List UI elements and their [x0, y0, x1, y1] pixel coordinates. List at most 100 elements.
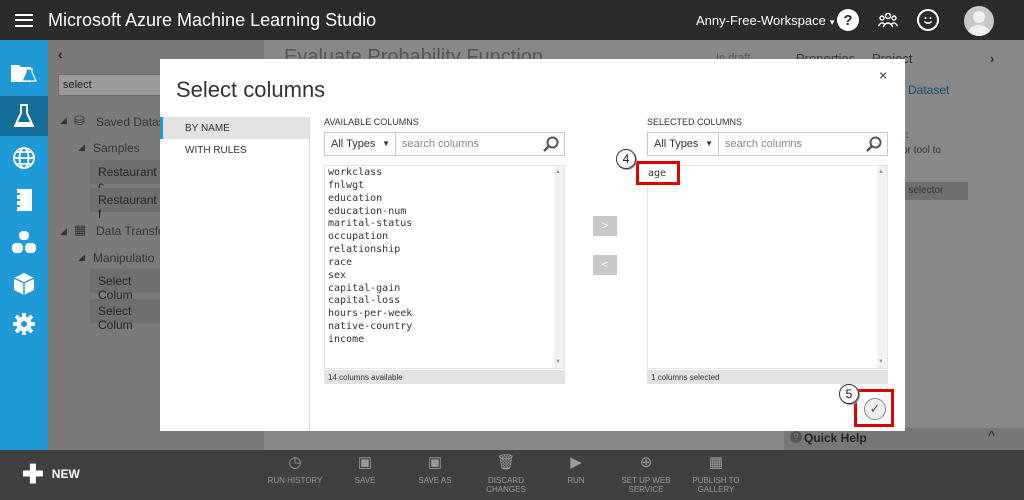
- chevron-down-icon: ▾: [829, 17, 835, 27]
- tree-manipulation[interactable]: Manipulatio: [93, 251, 154, 265]
- projects-icon[interactable]: [0, 52, 48, 92]
- cmd-label: PUBLISH TO: [692, 476, 740, 485]
- scroll-up-icon[interactable]: ▲: [878, 169, 884, 175]
- experiments-icon[interactable]: [0, 96, 48, 136]
- available-search-field: [395, 132, 565, 156]
- available-column-item[interactable]: workclass: [325, 167, 564, 180]
- tab-by-name[interactable]: BY NAME: [160, 117, 309, 139]
- trained-models-icon[interactable]: [0, 264, 48, 304]
- type-select-value: All Types: [331, 138, 376, 150]
- available-column-item[interactable]: income: [325, 334, 564, 347]
- available-column-item[interactable]: education-num: [325, 206, 564, 219]
- available-column-item[interactable]: capital-gain: [325, 283, 564, 296]
- chevron-up-icon[interactable]: ^: [988, 428, 995, 442]
- top-bar: Microsoft Azure Machine Learning Studio: [0, 0, 1024, 40]
- user-avatar[interactable]: [964, 6, 994, 36]
- cmd-label: SAVE AS: [418, 476, 452, 485]
- column-selector-button[interactable]: n selector: [898, 182, 968, 200]
- gallery-icon: ▦: [708, 454, 724, 471]
- app-title: Microsoft Azure Machine Learning Studio: [48, 9, 377, 30]
- expand-triangle-icon: ◢: [60, 226, 67, 236]
- step-5-badge: 5: [839, 384, 859, 404]
- selected-column-age[interactable]: age: [636, 161, 680, 185]
- close-icon[interactable]: ×: [879, 67, 887, 83]
- available-column-item[interactable]: sex: [325, 270, 564, 283]
- save-button[interactable]: ▣ SAVE: [330, 455, 400, 485]
- search-icon[interactable]: [542, 135, 560, 153]
- props-hint: or tool to: [902, 145, 941, 156]
- available-count: 14 columns available: [324, 370, 565, 384]
- transform-group-icon: ▦: [74, 222, 87, 237]
- save-as-icon: ▣: [427, 454, 443, 471]
- dataset-group-icon: ⛁: [74, 113, 85, 128]
- feedback-smile-icon[interactable]: [917, 9, 939, 31]
- add-column-button[interactable]: >: [593, 216, 617, 236]
- tree-item-select-columns[interactable]: Select Colum: [90, 269, 170, 302]
- expand-triangle-icon: ◢: [78, 142, 85, 152]
- available-column-item[interactable]: occupation: [325, 231, 564, 244]
- hamburger-menu-icon[interactable]: [0, 0, 48, 40]
- selected-search-input[interactable]: [725, 138, 855, 150]
- available-columns-list[interactable]: workclass fnlwgt education education-num mar…: [324, 165, 565, 369]
- selected-count: 1 columns selected: [647, 370, 888, 384]
- web-services-icon[interactable]: [0, 138, 48, 178]
- run-button[interactable]: ▶ RUN: [541, 454, 611, 485]
- available-items: workclass fnlwgt education education-num mar…: [325, 166, 564, 347]
- setup-web-service-button[interactable]: ⊕ SET UP WEB SERVICE: [611, 455, 681, 494]
- step-4-badge: 4: [616, 149, 636, 169]
- available-column-item[interactable]: relationship: [325, 244, 564, 257]
- scroll-down-icon[interactable]: ▼: [878, 359, 884, 365]
- cmd-label: DISCARD: [487, 476, 524, 485]
- help-icon[interactable]: ?: [837, 9, 859, 31]
- play-icon: ▶: [570, 454, 582, 471]
- scrollbar[interactable]: ▲ ▼: [877, 166, 887, 368]
- discard-changes-button[interactable]: 🗑 DISCARD CHANGES: [471, 454, 541, 494]
- workspace-selector[interactable]: Anny-Free-Workspace ▾: [696, 13, 834, 28]
- scroll-up-icon[interactable]: ▲: [555, 169, 561, 175]
- selected-type-select[interactable]: All Types ▼: [647, 132, 719, 156]
- datasets-icon[interactable]: [0, 222, 48, 262]
- expand-panel-icon[interactable]: ›: [990, 51, 994, 66]
- tree-item-restaurant[interactable]: Restaurant c: [90, 160, 170, 193]
- tree-item-select-columns[interactable]: Select Colum: [90, 299, 170, 332]
- save-as-button[interactable]: ▣ SAVE AS: [400, 454, 470, 485]
- selected-columns-list[interactable]: ▲ ▼: [647, 165, 888, 369]
- remove-column-button[interactable]: <: [593, 255, 617, 275]
- tree-saved-datasets[interactable]: Saved Datas: [96, 115, 165, 129]
- tree-item-restaurant[interactable]: Restaurant f: [90, 188, 170, 221]
- available-search-input[interactable]: [402, 138, 532, 150]
- tree-data-transformation[interactable]: Data Transfo: [96, 224, 165, 238]
- available-column-item[interactable]: race: [325, 257, 564, 270]
- new-button[interactable]: ✚ NEW: [22, 461, 80, 487]
- ok-checkmark-button[interactable]: ✓: [864, 398, 886, 420]
- command-bar: ✚ NEW ◷ RUN HISTORY ▣ SAVE ▣ SAVE AS 🗑 DISCA…: [0, 450, 1024, 500]
- collapse-palette-icon[interactable]: ‹: [58, 46, 63, 62]
- quick-help-icon: ?: [790, 431, 802, 443]
- trash-icon: 🗑: [496, 454, 516, 471]
- publish-to-gallery-button[interactable]: ▦ PUBLISH TO GALLERY: [681, 454, 751, 494]
- available-column-item[interactable]: native-country: [325, 321, 564, 334]
- tree-samples[interactable]: Samples: [93, 141, 140, 155]
- available-column-item[interactable]: marital-status: [325, 218, 564, 231]
- dataset-link[interactable]: n Dataset: [898, 83, 949, 97]
- cmd-label: SERVICE: [628, 485, 664, 494]
- available-column-item[interactable]: capital-loss: [325, 295, 564, 308]
- scroll-down-icon[interactable]: ▼: [555, 359, 561, 365]
- quick-help-label: Quick Help: [804, 431, 867, 445]
- available-column-item[interactable]: hours-per-week: [325, 308, 564, 321]
- available-type-select[interactable]: All Types ▼: [324, 132, 396, 156]
- community-icon[interactable]: [876, 8, 900, 32]
- search-icon[interactable]: [865, 135, 883, 153]
- settings-icon[interactable]: [0, 304, 48, 344]
- available-column-item[interactable]: fnlwgt: [325, 180, 564, 193]
- type-select-value: All Types: [654, 138, 699, 150]
- notebooks-icon[interactable]: [0, 180, 48, 220]
- available-column-item[interactable]: education: [325, 193, 564, 206]
- scrollbar[interactable]: ▲ ▼: [554, 166, 564, 368]
- select-columns-dialog: Select columns × BY NAME WITH RULES AVAI…: [160, 59, 905, 431]
- caret-down-icon: ▼: [382, 139, 390, 148]
- cmd-label: RUN: [567, 476, 585, 485]
- tab-with-rules[interactable]: WITH RULES: [160, 139, 309, 161]
- palette-search-input[interactable]: select: [58, 74, 168, 96]
- run-history-button[interactable]: ◷ RUN HISTORY: [260, 455, 330, 485]
